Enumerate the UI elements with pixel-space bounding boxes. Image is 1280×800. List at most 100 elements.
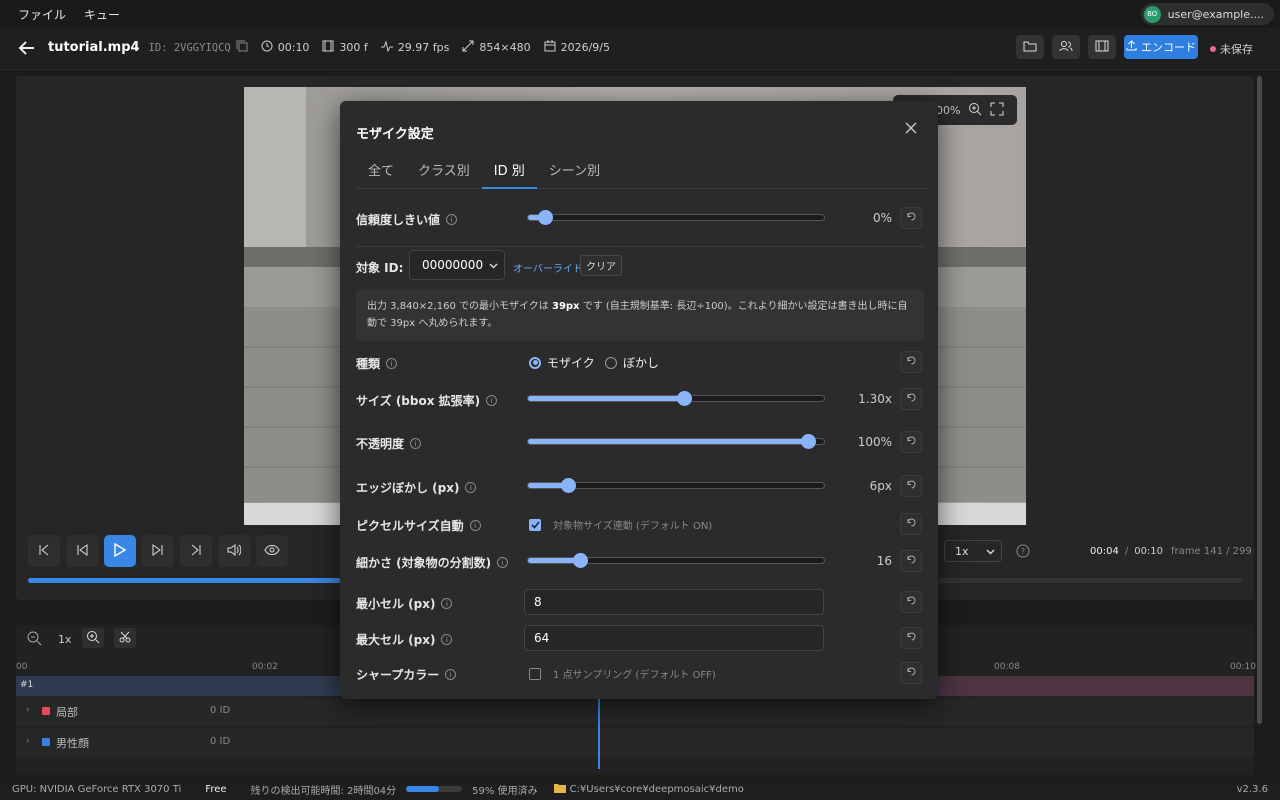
- info-icon[interactable]: i: [465, 482, 477, 493]
- checkbox-unchecked-icon: [529, 667, 541, 680]
- min-cell-label: 最小セル (px) i: [356, 595, 453, 612]
- class-name: 男性顔: [56, 737, 89, 750]
- film-button[interactable]: [1088, 35, 1116, 59]
- help-icon[interactable]: ?: [1016, 544, 1030, 561]
- size-label-text: サイズ (bbox 拡張率): [356, 394, 481, 408]
- target-id-select[interactable]: 00000000: [409, 250, 505, 280]
- info-icon[interactable]: i: [410, 438, 422, 449]
- max-cell-label: 最大セル (px) i: [356, 631, 453, 648]
- user-chip[interactable]: BO user@example....: [1140, 3, 1274, 25]
- open-folder-button[interactable]: [1016, 35, 1044, 59]
- slider-handle[interactable]: [537, 210, 553, 225]
- activity-icon: [380, 40, 393, 55]
- track-segment: [940, 676, 1254, 696]
- radio-mosaic[interactable]: モザイク: [529, 354, 595, 371]
- tab-all[interactable]: 全て: [356, 157, 406, 189]
- edge-blur-slider[interactable]: [527, 478, 825, 493]
- opacity-slider[interactable]: [527, 434, 825, 449]
- class-color-swatch: [42, 738, 50, 746]
- sharp-color-checkbox[interactable]: 1 点サンプリング (デフォルト OFF): [529, 666, 716, 681]
- reset-button[interactable]: [900, 662, 922, 684]
- chevron-down-icon: [986, 545, 995, 558]
- tab-by-scene[interactable]: シーン別: [537, 157, 612, 189]
- info-icon[interactable]: i: [386, 358, 398, 369]
- people-button[interactable]: [1052, 35, 1080, 59]
- user-email: user@example....: [1167, 7, 1264, 21]
- reset-button[interactable]: [900, 475, 922, 497]
- slider-handle[interactable]: [801, 434, 817, 449]
- speed-select[interactable]: 1x: [944, 540, 1002, 562]
- volume-button[interactable]: [218, 535, 250, 567]
- scissors-icon: [119, 631, 131, 646]
- confidence-label: 信頼度しきい値 i: [356, 211, 458, 228]
- reset-icon: [906, 517, 917, 531]
- confidence-slider[interactable]: [527, 210, 825, 225]
- radio-blur[interactable]: ぼかし: [605, 354, 659, 371]
- info-icon[interactable]: i: [486, 395, 498, 406]
- skip-start-button[interactable]: [28, 535, 60, 567]
- prev-frame-button[interactable]: [66, 535, 98, 567]
- back-arrow-icon[interactable]: [18, 39, 36, 60]
- zoom-in-icon[interactable]: [968, 102, 982, 119]
- reset-icon: [906, 595, 917, 609]
- slider-handle[interactable]: [676, 391, 692, 406]
- app-version: v2.3.6: [1236, 783, 1268, 795]
- menu-queue[interactable]: キュー: [75, 6, 129, 23]
- playhead[interactable]: [598, 699, 600, 769]
- reset-button[interactable]: [900, 207, 922, 229]
- film-strip-icon: [1095, 40, 1109, 55]
- scrollbar[interactable]: [1257, 76, 1262, 724]
- min-cell-input[interactable]: 8: [524, 589, 824, 615]
- reset-button[interactable]: [900, 550, 922, 572]
- next-frame-button[interactable]: [142, 535, 174, 567]
- edge-blur-label-text: エッジぼかし (px): [356, 481, 460, 495]
- info-icon[interactable]: i: [497, 557, 509, 568]
- pixel-auto-checkbox[interactable]: 対象物サイズ連動 (デフォルト ON): [529, 517, 712, 532]
- menu-file[interactable]: ファイル: [9, 6, 75, 23]
- list-item[interactable]: › 局部 0 ID: [16, 697, 1254, 726]
- reset-button[interactable]: [900, 513, 922, 535]
- reset-button[interactable]: [900, 431, 922, 453]
- size-slider[interactable]: [527, 391, 825, 406]
- slider-handle[interactable]: [561, 478, 577, 493]
- clear-button[interactable]: クリア: [580, 255, 622, 276]
- output-path[interactable]: C:¥Users¥core¥deepmosaic¥demo: [570, 784, 744, 795]
- slider-handle[interactable]: [573, 553, 589, 568]
- max-cell-input[interactable]: 64: [524, 625, 824, 651]
- skip-end-button[interactable]: [180, 535, 212, 567]
- upload-icon: [1126, 40, 1137, 54]
- cut-button[interactable]: [114, 628, 136, 648]
- timeline-zoom-in-button[interactable]: [82, 628, 104, 648]
- skip-end-icon: [190, 544, 202, 559]
- users-icon: [1059, 40, 1073, 55]
- slider-fill: [528, 396, 685, 401]
- avatar: BO: [1143, 5, 1161, 23]
- list-item[interactable]: › 男性顔 0 ID: [16, 728, 1254, 757]
- reset-button[interactable]: [900, 591, 922, 613]
- info-icon[interactable]: i: [445, 669, 457, 680]
- divider: [356, 246, 924, 247]
- folder-icon: [1023, 40, 1037, 55]
- encode-button[interactable]: エンコード: [1124, 35, 1198, 59]
- close-icon[interactable]: [904, 121, 918, 138]
- reset-button[interactable]: [900, 351, 922, 373]
- fullscreen-icon[interactable]: [990, 102, 1004, 119]
- info-icon[interactable]: i: [446, 214, 458, 225]
- tab-by-class[interactable]: クラス別: [406, 157, 482, 189]
- reset-button[interactable]: [900, 388, 922, 410]
- visibility-button[interactable]: [256, 535, 288, 567]
- unsaved-dot: [1210, 46, 1216, 52]
- timeline-zoom-out-icon[interactable]: [26, 630, 42, 649]
- info-icon[interactable]: i: [469, 520, 481, 531]
- info-icon[interactable]: i: [441, 598, 453, 609]
- skip-start-icon: [38, 544, 50, 559]
- tick-10: 00:10: [1230, 662, 1256, 672]
- copy-icon[interactable]: [236, 40, 248, 55]
- tab-by-id[interactable]: ID 別: [481, 157, 537, 189]
- reset-button[interactable]: [900, 627, 922, 649]
- mosaic-settings-dialog: モザイク設定 全て クラス別 ID 別 シーン別 信頼度しきい値 i 0% 対象 …: [340, 101, 938, 699]
- play-button[interactable]: [104, 535, 136, 567]
- info-icon[interactable]: i: [441, 634, 453, 645]
- seek-progress: [28, 578, 346, 583]
- fineness-slider[interactable]: [527, 553, 825, 568]
